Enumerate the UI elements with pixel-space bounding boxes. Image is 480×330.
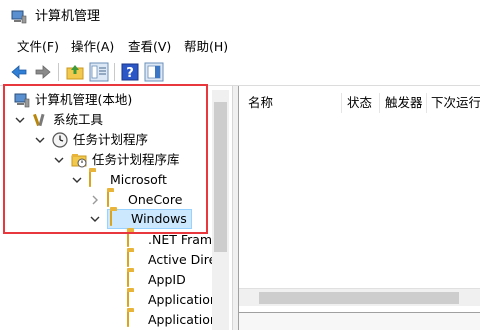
forward-arrow-icon[interactable] <box>33 62 53 82</box>
tree-item-label: Windows <box>131 211 187 226</box>
tree-item-label: 系统工具 <box>53 112 104 127</box>
column-header-triggers[interactable]: 触发器 <box>385 95 423 111</box>
tree-item-microsoft[interactable]: Microsoft <box>71 170 167 190</box>
computer-management-window: 计算机管理 文件(F) 操作(A) 查看(V) 帮助(H) ? 计算机管理(本地… <box>0 0 480 330</box>
toolbar: ? <box>0 59 480 85</box>
folder-icon <box>127 231 143 248</box>
folder-icon <box>89 171 105 188</box>
chevron-down-icon[interactable] <box>14 114 26 126</box>
tree-item-active-directory[interactable]: Active Direc <box>127 250 223 270</box>
results-scrollbar-thumb[interactable] <box>259 292 459 304</box>
column-divider[interactable] <box>341 93 342 113</box>
column-header-status[interactable]: 状态 <box>347 95 372 111</box>
tree-item-label: 任务计划程序库 <box>92 152 180 167</box>
computer-management-icon <box>11 10 27 24</box>
chevron-down-icon[interactable] <box>34 134 46 146</box>
column-divider[interactable] <box>426 93 427 113</box>
results-pane: 名称 状态 触发器 下次运行时 <box>238 86 480 330</box>
folder-icon <box>127 311 143 328</box>
up-folder-icon[interactable] <box>65 62 85 82</box>
folder-clock-icon <box>71 154 87 168</box>
tree-item-dotnet-framework[interactable]: .NET Frame <box>127 230 220 250</box>
show-hide-tree-icon[interactable] <box>89 62 109 82</box>
tree-item-system-tools[interactable]: 系统工具 <box>14 110 103 130</box>
tree-item-windows[interactable]: Windows <box>89 209 192 229</box>
menu-action[interactable]: 操作(A) <box>71 39 114 55</box>
tree-item-label: 任务计划程序 <box>73 132 149 147</box>
menu-help[interactable]: 帮助(H) <box>184 39 228 55</box>
tree-item-task-scheduler[interactable]: 任务计划程序 <box>34 130 148 150</box>
tree-scrollbar[interactable] <box>212 90 229 330</box>
clock-icon <box>52 132 68 148</box>
tree-item-application-1[interactable]: Application <box>127 290 218 310</box>
chevron-right-icon[interactable] <box>89 194 101 206</box>
tree-item-computer-management[interactable]: 计算机管理(本地) <box>14 90 132 110</box>
folder-icon <box>127 251 143 268</box>
svg-text:?: ? <box>126 66 134 81</box>
menu-view[interactable]: 查看(V) <box>128 39 171 55</box>
selected-item-highlight: Windows <box>107 209 192 229</box>
window-title: 计算机管理 <box>35 9 101 24</box>
folder-icon <box>107 191 123 208</box>
tree-item-application-2[interactable]: Application <box>127 310 218 330</box>
results-detail-pane <box>239 312 480 330</box>
computer-management-icon <box>14 93 30 108</box>
tree-item-label: 计算机管理(本地) <box>35 92 133 107</box>
results-horizontal-scrollbar[interactable] <box>239 288 480 306</box>
title-bar[interactable]: 计算机管理 <box>0 0 480 34</box>
menu-file[interactable]: 文件(F) <box>17 39 59 55</box>
tree-item-label: Application <box>148 292 218 307</box>
toolbar-separator <box>58 63 59 81</box>
tree-item-label: .NET Frame <box>148 232 220 247</box>
console-tree: 计算机管理(本地) 系统工具 任务计划程序 任务计划程序库 Microsoft … <box>0 86 232 330</box>
tree-scrollbar-thumb[interactable] <box>214 102 227 252</box>
tree-item-task-scheduler-library[interactable]: 任务计划程序库 <box>53 150 180 170</box>
menu-bar: 文件(F) 操作(A) 查看(V) 帮助(H) <box>0 35 480 59</box>
column-header-next-run-time[interactable]: 下次运行时 <box>431 95 480 111</box>
tree-item-label: OneCore <box>128 192 183 207</box>
help-icon[interactable]: ? <box>120 62 140 82</box>
folder-icon <box>110 210 126 227</box>
tree-item-onecore[interactable]: OneCore <box>89 190 182 210</box>
chevron-down-icon[interactable] <box>53 154 65 166</box>
back-arrow-icon[interactable] <box>9 62 29 82</box>
column-divider[interactable] <box>379 93 380 113</box>
tree-item-label: Application <box>148 312 218 327</box>
folder-icon <box>127 271 143 288</box>
tools-icon <box>33 113 45 127</box>
tree-item-appid[interactable]: AppID <box>127 270 186 290</box>
toolbar-separator <box>114 63 115 81</box>
tree-item-label: Microsoft <box>110 172 167 187</box>
tree-item-label: AppID <box>148 272 186 287</box>
chevron-down-icon[interactable] <box>71 174 83 186</box>
folder-icon <box>127 291 143 308</box>
chevron-down-icon[interactable] <box>89 213 101 225</box>
show-action-pane-icon[interactable] <box>144 62 164 82</box>
column-header-row: 名称 状态 触发器 下次运行时 <box>239 90 480 114</box>
column-header-name[interactable]: 名称 <box>248 95 273 111</box>
